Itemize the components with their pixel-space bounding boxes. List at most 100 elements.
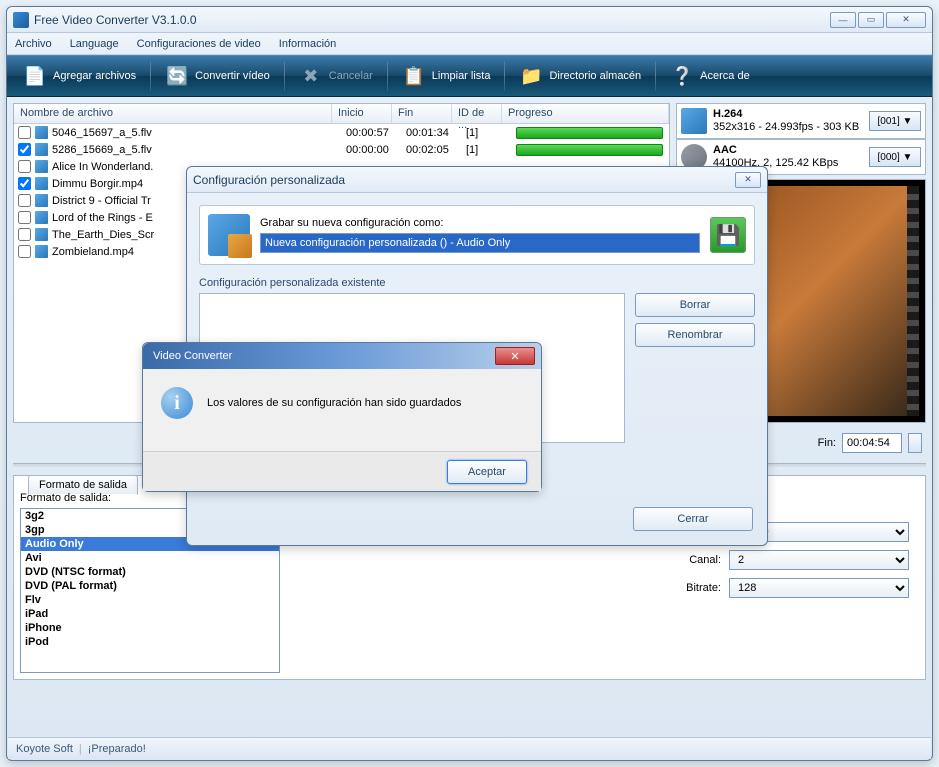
save-name-input[interactable] [260,233,700,253]
row-checkbox[interactable] [18,160,31,173]
menu-archivo[interactable]: Archivo [15,38,52,50]
config-close-btn[interactable]: Cerrar [633,507,753,531]
maximize-button[interactable]: ▭ [858,12,884,28]
format-item[interactable]: iPad [21,607,279,621]
format-item[interactable]: Avi [21,551,279,565]
row-checkbox[interactable] [18,177,31,190]
menu-info[interactable]: Información [279,38,336,50]
main-titlebar: Free Video Converter V3.1.0.0 — ▭ ✕ [7,7,932,33]
video-codec-name: H.264 [713,108,863,121]
row-checkbox[interactable] [18,228,31,241]
config-footer: Cerrar [633,507,753,531]
format-item[interactable]: Flv [21,593,279,607]
menu-config[interactable]: Configuraciones de video [137,38,261,50]
toolbar-separator [655,61,656,91]
row-checkbox[interactable] [18,126,31,139]
audio-codec-selector[interactable]: [000] ▼ [869,147,921,167]
toolbar-separator [504,61,505,91]
row-checkbox[interactable] [18,211,31,224]
row-checkbox[interactable] [18,143,31,156]
fin-input[interactable] [842,433,902,453]
channel-select[interactable]: 2 [729,550,909,570]
rename-button[interactable]: Renombrar [635,323,755,347]
bitrate-label: Bitrate: [641,582,721,594]
message-dialog: Video Converter ✕ i Los valores de su co… [142,342,542,492]
file-end: 00:01:34 [406,127,466,139]
app-icon [13,12,29,28]
delete-button[interactable]: Borrar [635,293,755,317]
save-inner: Grabar su nueva configuración como: [260,217,700,253]
add-files-label: Agregar archivos [53,70,136,82]
th-end[interactable]: Fin [392,104,452,123]
help-icon: ❔ [670,64,694,88]
row-checkbox[interactable] [18,194,31,207]
config-title: Configuración personalizada [193,173,735,187]
th-start[interactable]: Inicio [332,104,392,123]
file-icon [35,245,48,258]
convert-button[interactable]: 🔄 Convertir vídeo [153,59,282,93]
fin-spinner[interactable] [908,433,922,453]
ok-button[interactable]: Aceptar [447,460,527,484]
bitrate-select[interactable]: 128 [729,578,909,598]
th-name[interactable]: Nombre de archivo [14,104,332,123]
box-icon [208,214,250,256]
file-name: 5286_15669_a_5.flv [52,144,346,156]
video-codec-detail: 352x316 - 24.993fps - 303 KB [713,121,863,134]
table-row[interactable]: 5046_15697_a_5.flv00:00:5700:01:34[1] [14,124,669,141]
th-progress[interactable]: Progreso [502,104,669,123]
about-button[interactable]: ❔ Acerca de [658,59,762,93]
channel-label: Canal: [641,554,721,566]
close-button[interactable]: ✕ [886,12,926,28]
clear-icon: 📋 [402,64,426,88]
row-checkbox[interactable] [18,245,31,258]
video-codec-info: H.264 352x316 - 24.993fps - 303 KB [713,108,863,134]
file-icon [35,126,48,139]
file-start: 00:00:00 [346,144,406,156]
fin-label: Fin: [818,437,836,449]
table-row[interactable]: 5286_15669_a_5.flv00:00:0000:02:05[1] [14,141,669,158]
format-item[interactable]: DVD (PAL format) [21,579,279,593]
file-progress [516,144,669,156]
cancel-label: Cancelar [329,70,373,82]
output-dir-button[interactable]: 📁Directorio almacén [507,59,653,93]
toolbar-separator [387,61,388,91]
th-id[interactable]: ID de ... [452,104,502,123]
video-codec-selector[interactable]: [001] ▼ [869,111,921,131]
save-button[interactable]: 💾 [710,217,746,253]
convert-icon: 🔄 [165,64,189,88]
format-item[interactable]: DVD (NTSC format) [21,565,279,579]
toolbar-separator [284,61,285,91]
file-icon [35,177,48,190]
msg-title: Video Converter [149,350,495,362]
file-icon [35,228,48,241]
table-header: Nombre de archivo Inicio Fin ID de ... P… [14,104,669,124]
statusbar: Koyote Soft | ¡Preparado! [8,737,931,759]
format-item[interactable]: iPod [21,635,279,649]
format-item[interactable]: iPhone [21,621,279,635]
file-start: 00:00:57 [346,127,406,139]
toolbar: 📄Agregar archivos 🔄 Convertir vídeo ✖ Canc… [7,55,932,97]
audio-codec-name: AAC [713,144,863,157]
clear-label: Limpiar lista [432,70,491,82]
msg-titlebar: Video Converter ✕ [143,343,541,369]
config-titlebar: Configuración personalizada ✕ [187,167,767,193]
file-icon [35,143,48,156]
add-files-button[interactable]: 📄Agregar archivos [11,59,148,93]
video-codec-box: H.264 352x316 - 24.993fps - 303 KB [001]… [676,103,926,139]
file-id: [1] [466,144,516,156]
about-label: Acerca de [700,70,750,82]
menu-language[interactable]: Language [70,38,119,50]
toolbar-separator [150,61,151,91]
channel-row: Canal: 2 [641,550,909,570]
save-label: Grabar su nueva configuración como: [260,217,700,229]
clear-list-button[interactable]: 📋 Limpiar lista [390,59,503,93]
cancel-icon: ✖ [299,64,323,88]
cancel-button: ✖ Cancelar [287,59,385,93]
convert-label: Convertir vídeo [195,70,270,82]
minimize-button[interactable]: — [830,12,856,28]
info-icon: i [161,387,193,419]
status-message: ¡Preparado! [88,743,146,755]
msg-close-button[interactable]: ✕ [495,347,535,365]
config-close-button[interactable]: ✕ [735,172,761,188]
msg-footer: Aceptar [143,451,541,491]
